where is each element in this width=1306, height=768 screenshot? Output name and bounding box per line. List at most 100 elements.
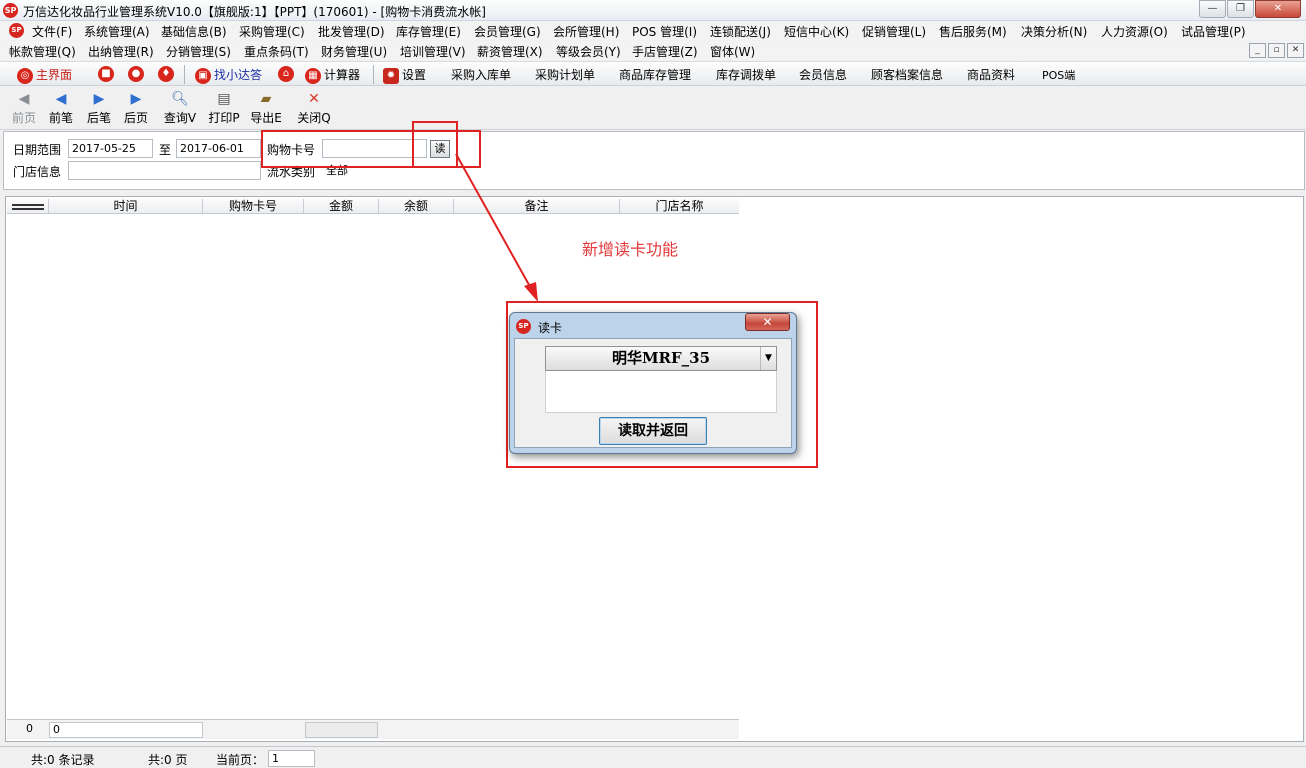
export-button[interactable]: ▰ 导出E xyxy=(248,89,284,126)
data-grid xyxy=(5,196,1304,742)
title-bar: SP 万信达化妆品行业管理系统V10.0【旗舰版:1】【PPT】(170601)… xyxy=(0,0,1306,21)
calculator-icon: ▦ xyxy=(305,67,321,84)
dialog-close-button[interactable]: ✕ xyxy=(745,313,790,331)
grid-header: 时间 购物卡号 金额 余额 备注 门店名称 xyxy=(7,198,739,214)
menu-logo-icon: SP xyxy=(9,23,24,38)
date-to-field[interactable]: 2017-06-01 xyxy=(176,139,261,158)
card-reader-select[interactable]: 明华MRF_35 xyxy=(545,346,777,371)
col-store-name[interactable]: 门店名称 xyxy=(620,199,739,213)
col-time[interactable]: 时间 xyxy=(49,199,203,213)
menu-training[interactable]: 培训管理(V) xyxy=(400,43,466,60)
menu-store[interactable]: 手店管理(Z) xyxy=(632,43,698,60)
menu-promotion[interactable]: 促销管理(L) xyxy=(862,23,926,40)
menu-level-member[interactable]: 等级会员(Y) xyxy=(556,43,621,60)
reader-list-area xyxy=(545,371,777,413)
page-count: 共:0 页 xyxy=(148,753,188,767)
close-window-button[interactable]: ✕ 关闭Q xyxy=(295,89,333,126)
date-from-field[interactable]: 2017-05-25 xyxy=(68,139,153,158)
footer-sum: 0 xyxy=(49,722,203,738)
link-product-data[interactable]: 商品资料 xyxy=(967,66,1015,83)
menu-purchase[interactable]: 采购管理(C) xyxy=(239,23,305,40)
toolbar-separator xyxy=(184,65,185,84)
menu-member[interactable]: 会员管理(G) xyxy=(474,23,541,40)
left-arrow-icon: ◀ xyxy=(55,91,67,107)
maximize-button[interactable]: ❐ xyxy=(1227,0,1254,18)
toolbar-separator xyxy=(373,65,374,84)
mdi-close-button[interactable]: ✕ xyxy=(1287,43,1304,58)
print-button[interactable]: ▤ 打印P xyxy=(206,89,242,126)
menu-system[interactable]: 系统管理(A) xyxy=(84,23,150,40)
link-purchase-receipt[interactable]: 采购入库单 xyxy=(451,66,511,83)
menu-after-sales[interactable]: 售后服务(M) xyxy=(939,23,1007,40)
menu-salary[interactable]: 薪资管理(X) xyxy=(477,43,543,60)
last-page-button[interactable]: ▶ 后页 xyxy=(121,89,151,126)
menu-inventory[interactable]: 库存管理(E) xyxy=(396,23,461,40)
finder-button[interactable]: ▣ 找小达答 xyxy=(195,66,262,84)
compass-icon: ◎ xyxy=(17,67,33,84)
current-page-input[interactable]: 1 xyxy=(268,750,315,767)
col-amount[interactable]: 金额 xyxy=(304,199,379,213)
menu-cashier[interactable]: 出纳管理(R) xyxy=(88,43,154,60)
annotation-text: 新增读卡功能 xyxy=(582,240,679,259)
link-customer-files[interactable]: 顾客档案信息 xyxy=(871,66,943,83)
chat-icon[interactable]: ● xyxy=(128,66,144,82)
status-bar: 共:0 条记录 共:0 页 当前页： 1 xyxy=(0,746,1306,768)
app-logo-icon: SP xyxy=(3,3,18,18)
double-right-icon: ▶ xyxy=(130,91,142,107)
first-page-button[interactable]: ◀ 前页 xyxy=(10,89,38,126)
link-pos[interactable]: POS端 xyxy=(1042,67,1075,83)
printer-icon: ▤ xyxy=(217,91,231,107)
col-balance[interactable]: 余额 xyxy=(379,199,454,213)
main-toolbar: ◎ 主界面 ■ ● ♦ ▣ 找小达答 ⌂ ▦ 计算器 ✹ 设置 采购入库单 采购计划单 … xyxy=(0,61,1306,86)
link-member-info[interactable]: 会员信息 xyxy=(799,66,847,83)
link-stock-management[interactable]: 商品库存管理 xyxy=(619,66,691,83)
dialog-title: 读卡 xyxy=(538,321,563,335)
lock-icon[interactable]: ■ xyxy=(98,66,114,82)
read-and-return-button[interactable]: 读取并返回 xyxy=(599,417,707,445)
menu-decision[interactable]: 决策分析(N) xyxy=(1021,23,1087,40)
mdi-minimize-button[interactable]: _ xyxy=(1249,43,1266,58)
menu-sms[interactable]: 短信中心(K) xyxy=(784,23,849,40)
monitor-icon: ▣ xyxy=(195,67,211,84)
mdi-controls: _ ▫ ✕ xyxy=(1249,43,1305,59)
menu-accounts[interactable]: 帐款管理(Q) xyxy=(9,43,76,60)
menu-file[interactable]: 文件(F) xyxy=(32,23,72,40)
bulb-icon[interactable]: ♦ xyxy=(158,66,174,82)
close-button[interactable]: ✕ xyxy=(1255,0,1301,18)
col-card-number[interactable]: 购物卡号 xyxy=(203,199,304,213)
menu-trial[interactable]: 试品管理(P) xyxy=(1181,23,1246,40)
prev-record-button[interactable]: ◀ 前笔 xyxy=(46,89,76,126)
menu-window[interactable]: 窗体(W) xyxy=(710,43,755,60)
menu-finance[interactable]: 财务管理(U) xyxy=(321,43,387,60)
folder-export-icon: ▰ xyxy=(260,91,272,107)
home-icon[interactable]: ⌂ xyxy=(278,66,294,82)
menu-pos[interactable]: POS 管理(I) xyxy=(632,23,697,40)
menu-barcode[interactable]: 重点条码(T) xyxy=(244,43,309,60)
menu-basic-info[interactable]: 基础信息(B) xyxy=(161,23,227,40)
right-arrow-icon: ▶ xyxy=(93,91,105,107)
store-info-input[interactable] xyxy=(68,161,261,180)
menu-club[interactable]: 会所管理(H) xyxy=(553,23,619,40)
calculator-button[interactable]: ▦ 计算器 xyxy=(305,66,360,84)
minimize-button[interactable]: — xyxy=(1199,0,1226,18)
mdi-restore-button[interactable]: ▫ xyxy=(1268,43,1285,58)
red-x-icon: ✕ xyxy=(308,91,320,107)
footer-count: 0 xyxy=(26,722,33,735)
to-label: 至 xyxy=(159,143,172,157)
link-transfer[interactable]: 库存调拨单 xyxy=(716,66,776,83)
link-purchase-plan[interactable]: 采购计划单 xyxy=(535,66,595,83)
menu-bar-row2: 帐款管理(Q) 出纳管理(R) 分销管理(S) 重点条码(T) 财务管理(U) … xyxy=(0,41,1306,60)
double-left-icon: ◀ xyxy=(18,91,30,107)
chevron-down-icon[interactable]: ▼ xyxy=(760,347,776,370)
dialog-logo-icon: SP xyxy=(516,319,531,334)
gear-icon: ✹ xyxy=(383,67,399,84)
menu-distribution[interactable]: 分销管理(S) xyxy=(166,43,231,60)
menu-chain[interactable]: 连锁配送(J) xyxy=(710,23,771,40)
home-button[interactable]: ◎ 主界面 xyxy=(17,66,72,84)
query-button[interactable]: 🔍︎ 查询V xyxy=(162,89,198,126)
settings-button[interactable]: ✹ 设置 xyxy=(383,66,426,84)
next-record-button[interactable]: ▶ 后笔 xyxy=(84,89,114,126)
window-title: 万信达化妆品行业管理系统V10.0【旗舰版:1】【PPT】(170601) - … xyxy=(23,5,486,19)
menu-hr[interactable]: 人力资源(O) xyxy=(1101,23,1168,40)
menu-wholesale[interactable]: 批发管理(D) xyxy=(318,23,385,40)
